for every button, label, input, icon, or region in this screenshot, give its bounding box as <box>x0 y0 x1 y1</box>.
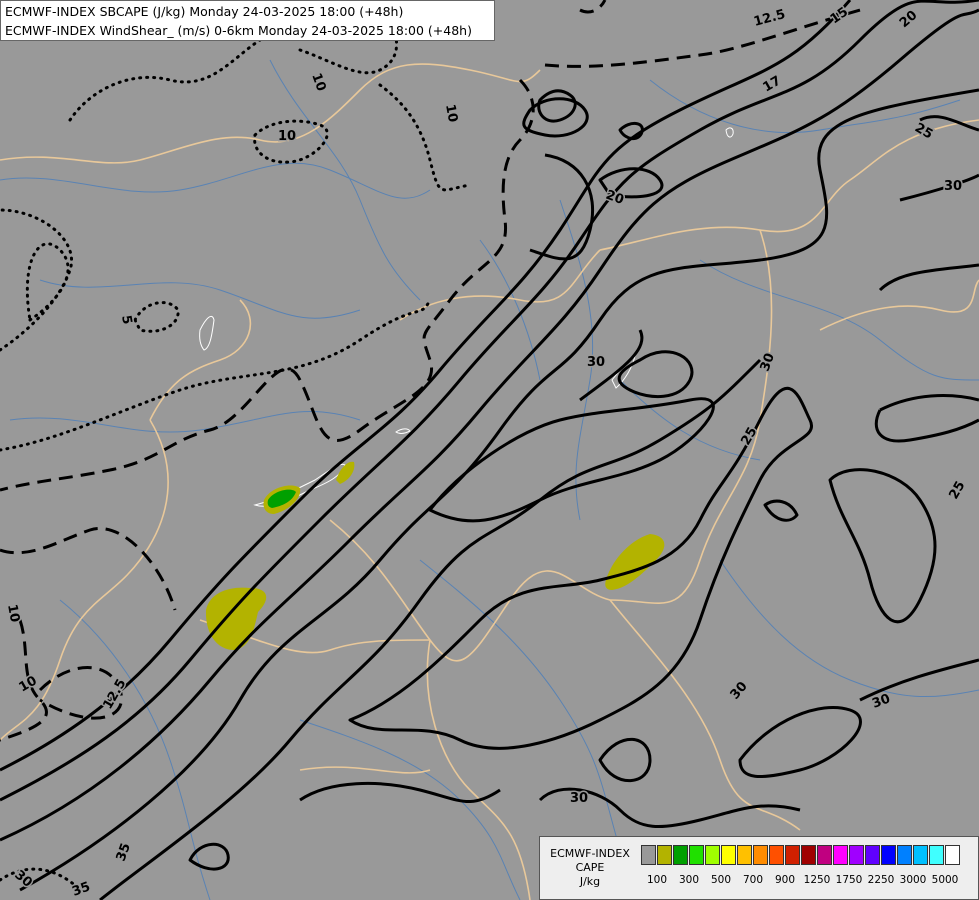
legend-source: ECMWF-INDEX <box>550 847 630 860</box>
legend-swatch <box>753 845 768 865</box>
legend-tick-label: 100 <box>646 874 668 886</box>
legend-swatch <box>817 845 832 865</box>
contour-label: 30 <box>944 179 962 194</box>
legend-swatch <box>881 845 896 865</box>
weather-map: 10 10 10 10 10 5 12.5 12.5 15 17 20 20 2… <box>0 0 979 900</box>
title-line-sbcape: ECMWF-INDEX SBCAPE (J/kg) Monday 24-03-2… <box>5 4 404 19</box>
legend-tick-label: 500 <box>710 874 732 886</box>
legend-tick-label: 300 <box>678 874 700 886</box>
legend-tick-label: 5000 <box>931 874 959 886</box>
contour-label: 10 <box>278 129 296 144</box>
contour-label: 10 <box>4 603 22 623</box>
legend-swatch <box>897 845 912 865</box>
legend-swatch <box>849 845 864 865</box>
legend-swatch <box>673 845 688 865</box>
legend-swatch <box>801 845 816 865</box>
contour-label: 30 <box>587 355 605 370</box>
legend-tick-label: 2250 <box>867 874 895 886</box>
map-title-box: ECMWF-INDEX SBCAPE (J/kg) Monday 24-03-2… <box>0 0 495 41</box>
legend-tick-label: 1250 <box>803 874 831 886</box>
legend-variable: CAPE <box>575 861 605 874</box>
legend-swatch <box>769 845 784 865</box>
legend-swatch <box>705 845 720 865</box>
legend-swatch <box>641 845 656 865</box>
legend-swatches <box>641 845 961 865</box>
legend-unit: J/kg <box>579 875 601 888</box>
legend-tick-label: 900 <box>774 874 796 886</box>
contour-label: 10 <box>442 103 460 123</box>
legend-swatch <box>865 845 880 865</box>
legend-title: ECMWF-INDEX CAPE J/kg <box>542 847 638 889</box>
legend-swatch <box>929 845 944 865</box>
legend-swatch <box>721 845 736 865</box>
legend-swatch <box>913 845 928 865</box>
cape-legend: ECMWF-INDEX CAPE J/kg 100 300 500 700 900 125… <box>539 836 979 900</box>
contour-label: 30 <box>570 791 588 806</box>
legend-swatch <box>785 845 800 865</box>
legend-ticks: 100 300 500 700 900 1250 1750 2250 3000 5000 <box>641 874 977 890</box>
legend-swatch <box>945 845 960 865</box>
legend-tick-label: 700 <box>742 874 764 886</box>
legend-tick-label: 1750 <box>835 874 863 886</box>
legend-tick-label: 3000 <box>899 874 927 886</box>
legend-swatch <box>833 845 848 865</box>
map-background <box>0 0 979 900</box>
legend-swatch <box>657 845 672 865</box>
legend-swatch <box>737 845 752 865</box>
title-line-windshear: ECMWF-INDEX WindShear_ (m/s) 0-6km Monda… <box>5 23 472 38</box>
legend-swatch <box>689 845 704 865</box>
